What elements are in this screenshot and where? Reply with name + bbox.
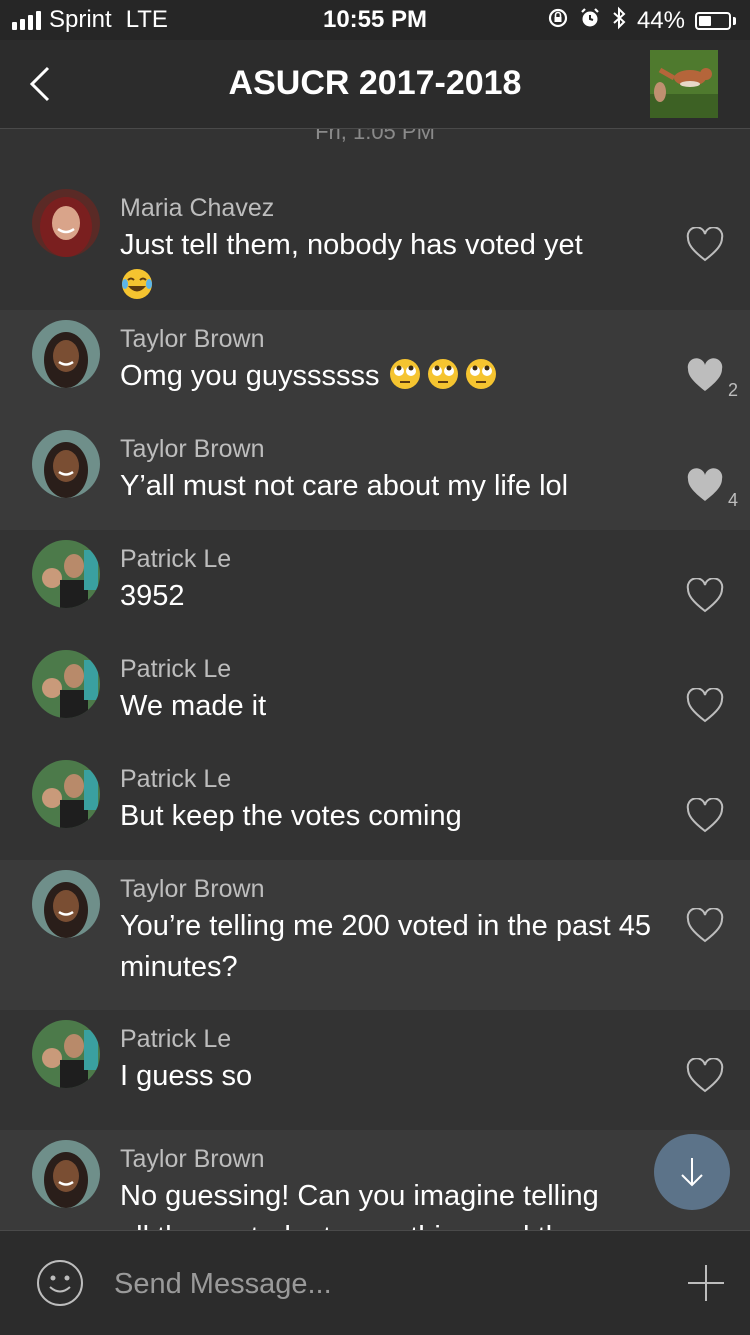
message-text: Just tell them, nobody has voted yet <box>120 225 660 307</box>
avatar[interactable] <box>32 430 100 498</box>
eye-roll-emoji <box>426 357 460 391</box>
sender-name: Taylor Brown <box>120 435 265 463</box>
battery-icon <box>695 12 736 30</box>
like-count: 4 <box>727 490 738 510</box>
message-row: Maria Chavez Just tell them, nobody has … <box>0 149 750 310</box>
sender-name: Patrick Le <box>120 545 232 573</box>
status-bar: Sprint LTE 10:55 PM 44% <box>0 0 750 40</box>
smiley-icon <box>37 1260 83 1306</box>
status-right: 44% <box>547 6 736 36</box>
message-text: We made it <box>120 690 267 722</box>
sender-name: Patrick Le <box>120 655 232 683</box>
sender-name: Patrick Le <box>120 1025 232 1053</box>
sender-name: Taylor Brown <box>120 325 265 353</box>
heart-filled-icon[interactable] <box>686 468 724 504</box>
avatar[interactable] <box>32 540 100 608</box>
heart-icon[interactable] <box>686 227 724 263</box>
avatar[interactable] <box>32 760 100 828</box>
heart-icon[interactable] <box>686 688 724 724</box>
heart-filled-icon[interactable] <box>686 358 724 394</box>
message-text: No guessing! Can you imagine telling all… <box>120 1180 599 1230</box>
heart-icon[interactable] <box>686 578 724 614</box>
message-row: Patrick Le But keep the votes coming <box>0 750 750 860</box>
message-row: Taylor Brown You’re telling me 200 voted… <box>0 860 750 1010</box>
nav-bar: ASUCR 2017-2018 <box>0 40 750 129</box>
message-row: Taylor Brown No guessing! Can you imagin… <box>0 1130 750 1230</box>
add-attachment-button[interactable] <box>686 1263 726 1303</box>
message-composer <box>0 1230 750 1335</box>
avatar[interactable] <box>32 1140 100 1208</box>
heart-icon[interactable] <box>686 908 724 944</box>
scroll-to-bottom-button[interactable] <box>654 1134 730 1210</box>
avatar[interactable] <box>32 870 100 938</box>
alarm-icon <box>579 7 601 35</box>
sender-name: Maria Chavez <box>120 194 275 222</box>
group-avatar[interactable] <box>650 50 718 118</box>
message-text: But keep the votes coming <box>120 800 462 832</box>
message-row: Patrick Le 3952 <box>0 530 750 640</box>
message-text: You’re telling me 200 voted in the past … <box>120 910 651 983</box>
heart-icon[interactable] <box>686 798 724 834</box>
emoji-button[interactable] <box>36 1259 84 1307</box>
eye-roll-emoji <box>388 357 422 391</box>
message-row: Patrick Le I guess so <box>0 1010 750 1130</box>
eye-roll-emoji <box>464 357 498 391</box>
avatar[interactable] <box>32 650 100 718</box>
group-title: ASUCR 2017-2018 <box>228 64 522 102</box>
message-input[interactable] <box>112 1261 636 1307</box>
rotation-lock-icon <box>547 7 569 35</box>
message-row: Taylor Brown Y’all must not care about m… <box>0 420 750 530</box>
message-row: Patrick Le We made it <box>0 640 750 750</box>
message-text: I guess so <box>120 1060 253 1092</box>
avatar[interactable] <box>32 189 100 257</box>
message-text: 3952 <box>120 580 185 612</box>
bluetooth-icon <box>611 6 627 36</box>
like-count: 2 <box>727 380 738 400</box>
message-body: Omg you guyssssss <box>120 360 380 392</box>
timestamp-divider: Fri, 1:05 PM <box>315 129 435 144</box>
arrow-down-icon <box>681 1158 703 1187</box>
battery-percent: 44% <box>636 7 685 34</box>
sender-name: Patrick Le <box>120 765 232 793</box>
laughing-tears-emoji <box>120 267 154 301</box>
message-text: Omg you guyssssss <box>120 356 660 397</box>
message-feed[interactable]: Fri, 1:05 PM Maria Chavez Just tell them… <box>0 129 750 1230</box>
message-row: Taylor Brown Omg you guyssssss 2 <box>0 310 750 420</box>
heart-icon[interactable] <box>686 1058 724 1094</box>
plus-icon <box>688 1265 724 1301</box>
avatar[interactable] <box>32 1020 100 1088</box>
avatar[interactable] <box>32 320 100 388</box>
message-body: Just tell them, nobody has voted yet <box>120 229 583 261</box>
sender-name: Taylor Brown <box>120 875 265 903</box>
message-text: Y’all must not care about my life lol <box>120 470 569 502</box>
